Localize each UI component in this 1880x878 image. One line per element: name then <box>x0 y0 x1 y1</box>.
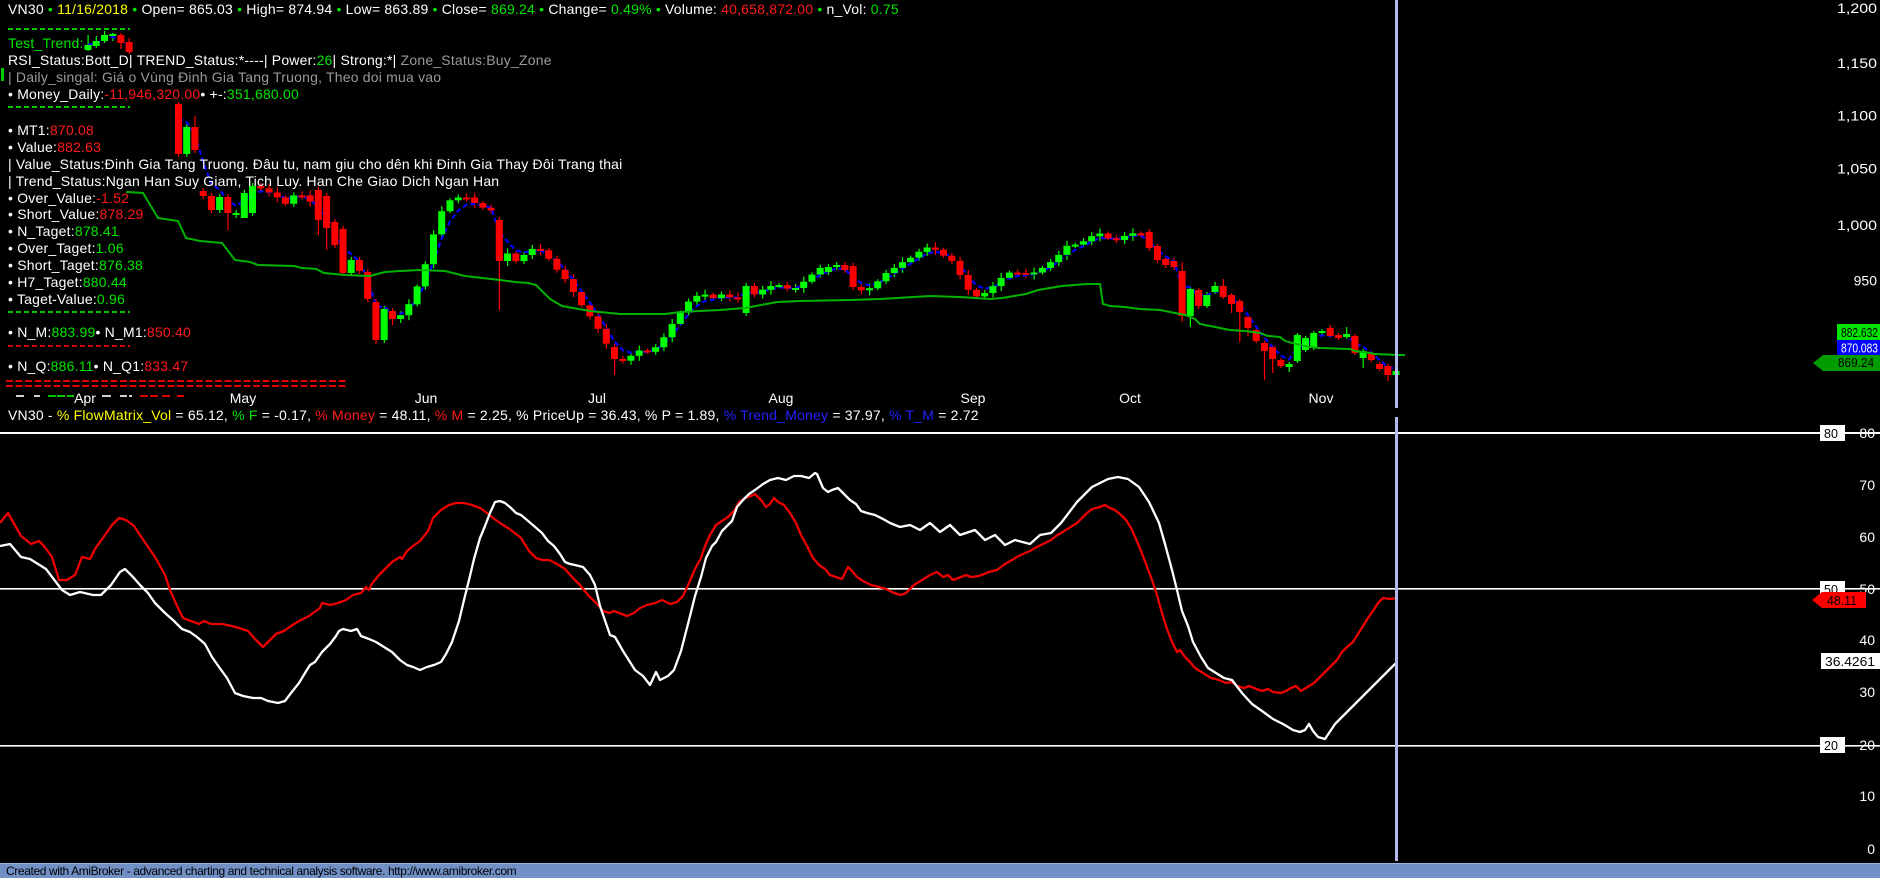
svg-text:48.11: 48.11 <box>1827 594 1857 608</box>
svg-text:Apr: Apr <box>74 390 96 406</box>
svg-text:Oct: Oct <box>1119 390 1141 406</box>
svg-text:1,000: 1,000 <box>1837 217 1877 233</box>
svg-text:Sep: Sep <box>961 390 986 406</box>
svg-text:80: 80 <box>1859 425 1875 441</box>
svg-text:30: 30 <box>1859 684 1875 700</box>
svg-text:10: 10 <box>1859 788 1875 804</box>
svg-text:36.4261: 36.4261 <box>1825 655 1875 669</box>
svg-text:1,150: 1,150 <box>1837 55 1877 71</box>
svg-text:Jul: Jul <box>588 390 606 406</box>
svg-text:1,050: 1,050 <box>1837 161 1877 177</box>
svg-text:20: 20 <box>1859 737 1875 753</box>
svg-text:Jun: Jun <box>415 390 438 406</box>
svg-text:70: 70 <box>1859 477 1875 493</box>
svg-text:1,200: 1,200 <box>1837 0 1877 16</box>
svg-text:40: 40 <box>1859 632 1875 648</box>
svg-text:0: 0 <box>1867 841 1875 857</box>
svg-text:80: 80 <box>1824 427 1838 441</box>
svg-text:870.083: 870.083 <box>1841 342 1878 356</box>
svg-text:1,100: 1,100 <box>1837 108 1877 124</box>
svg-text:60: 60 <box>1859 529 1875 545</box>
svg-text:869.24: 869.24 <box>1838 356 1874 370</box>
svg-text:Aug: Aug <box>769 390 794 406</box>
svg-text:950: 950 <box>1854 273 1878 289</box>
svg-text:May: May <box>230 390 256 406</box>
svg-text:882.632: 882.632 <box>1841 326 1878 340</box>
svg-text:20: 20 <box>1824 739 1838 753</box>
svg-text:Nov: Nov <box>1309 390 1334 406</box>
